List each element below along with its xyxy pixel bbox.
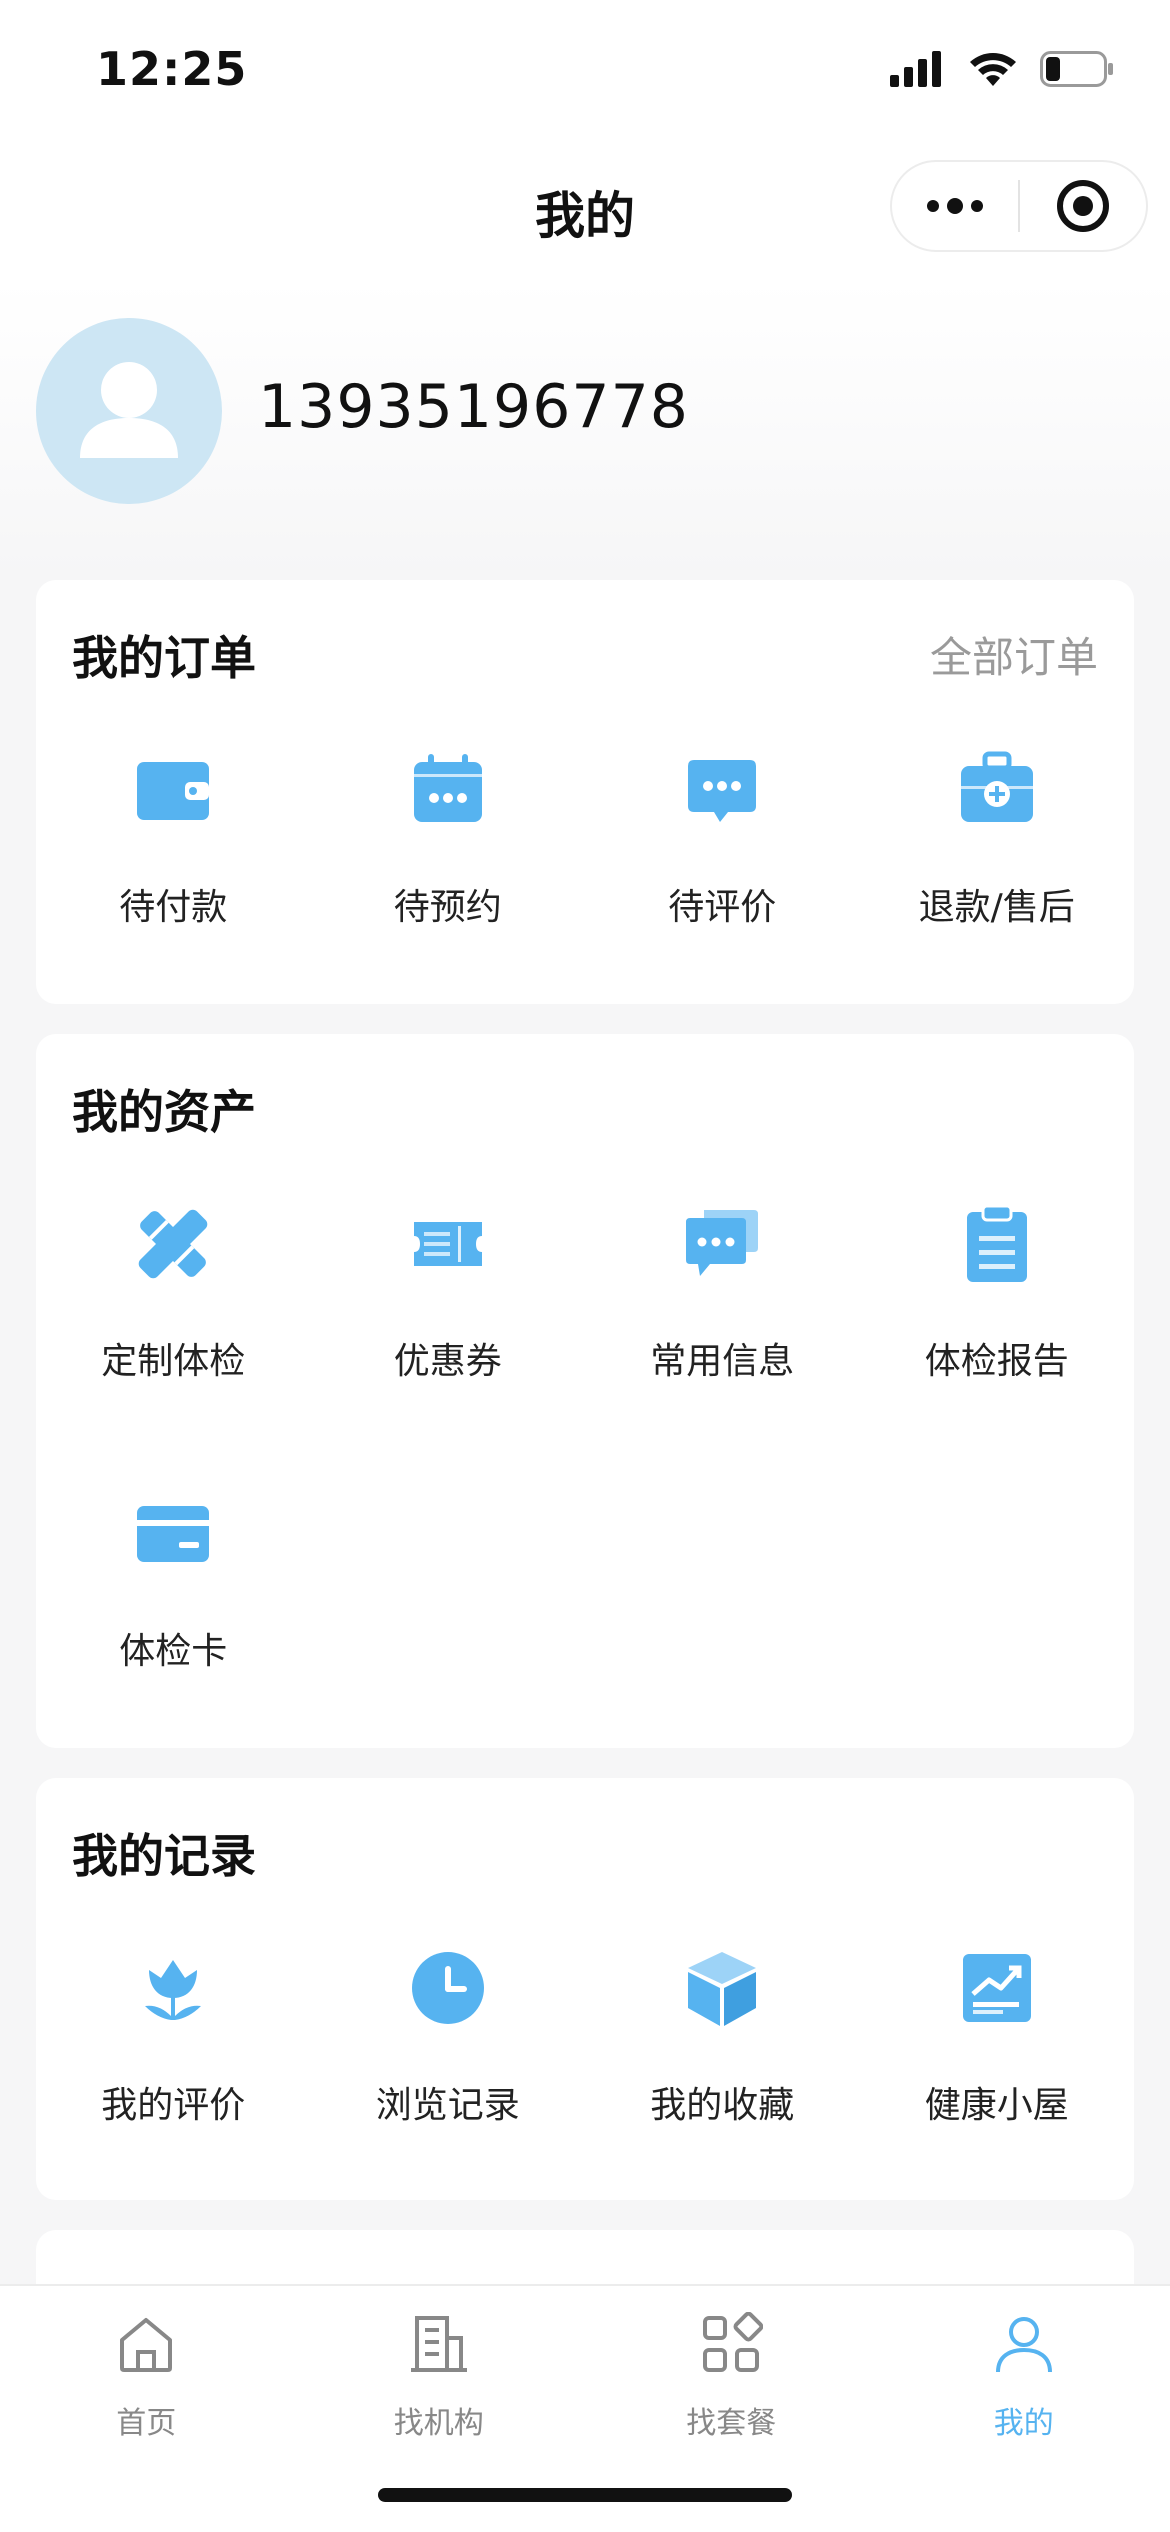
tab-find-institution[interactable]: 找机构 <box>293 2286 586 2486</box>
record-item-browse-history[interactable]: 浏览记录 <box>311 1946 586 2236</box>
orders-card: 我的订单 全部订单 待付款 待预约 待评价 退款/售后 <box>36 580 1134 1004</box>
order-item-refund[interactable]: 退款/售后 <box>860 748 1135 1038</box>
record-item-my-reviews[interactable]: 我的评价 <box>36 1946 311 2236</box>
wallet-icon <box>137 762 210 820</box>
order-item-label: 待付款 <box>119 887 228 928</box>
home-icon <box>120 2318 173 2372</box>
close-program-button[interactable] <box>1020 162 1146 250</box>
box-icon <box>688 1952 757 2026</box>
record-item-label: 我的收藏 <box>650 2085 795 2126</box>
tab-label: 首页 <box>116 2406 177 2441</box>
order-item-label: 待评价 <box>668 887 777 928</box>
tulip-icon <box>145 1960 202 2020</box>
grid-icon <box>703 2312 764 2372</box>
clock-icon <box>411 1952 484 2024</box>
asset-item-label: 体检报告 <box>924 1341 1069 1382</box>
more-button[interactable] <box>892 162 1018 250</box>
building-icon <box>410 2316 467 2372</box>
battery-icon <box>1040 51 1113 87</box>
orders-grid: 待付款 待预约 待评价 退款/售后 <box>36 748 1134 1038</box>
asset-item-coupons[interactable]: 优惠券 <box>311 1202 586 1492</box>
assets-title: 我的资产 <box>72 1085 256 1139</box>
tab-home[interactable]: 首页 <box>0 2286 293 2486</box>
tab-find-package[interactable]: 找套餐 <box>585 2286 878 2486</box>
card-icon <box>137 1506 210 1562</box>
more-dots-icon <box>927 198 983 214</box>
record-item-health-hut[interactable]: 健康小屋 <box>860 1946 1135 2236</box>
records-title: 我的记录 <box>72 1829 256 1883</box>
tab-mine[interactable]: 我的 <box>878 2286 1170 2486</box>
ticket-icon <box>413 1222 482 1266</box>
target-icon <box>1057 180 1109 232</box>
clipboard-icon <box>966 1204 1027 1282</box>
home-indicator <box>378 2488 792 2502</box>
assets-card: 我的资产 定制体检 优惠券 常用信息 体检报告 体检卡 <box>36 1034 1134 1748</box>
record-item-label: 健康小屋 <box>924 2085 1069 2126</box>
status-bar: 12:25 <box>0 0 1170 140</box>
person-icon <box>995 2317 1052 2373</box>
order-item-label: 退款/售后 <box>918 887 1075 928</box>
tab-label: 找套餐 <box>686 2406 777 2441</box>
order-item-pending-booking[interactable]: 待预约 <box>311 748 586 1038</box>
status-icons <box>890 50 1114 88</box>
tab-label: 我的 <box>993 2406 1054 2441</box>
asset-item-label: 常用信息 <box>650 1341 795 1382</box>
comment-icon <box>688 760 757 822</box>
user-avatar-icon <box>80 362 178 458</box>
records-grid: 我的评价 浏览记录 我的收藏 健康小屋 <box>36 1946 1134 2236</box>
medical-kit-icon <box>960 751 1033 822</box>
wifi-icon <box>970 53 1016 86</box>
asset-item-label: 优惠券 <box>393 1341 502 1382</box>
record-item-favorites[interactable]: 我的收藏 <box>585 1946 860 2236</box>
cellular-signal-icon <box>890 51 941 87</box>
asset-item-common-info[interactable]: 常用信息 <box>585 1202 860 1492</box>
asset-item-label: 体检卡 <box>119 1631 228 1672</box>
status-time: 12:25 <box>96 42 248 96</box>
avatar[interactable] <box>36 318 222 504</box>
record-item-label: 浏览记录 <box>375 2085 520 2126</box>
records-card: 我的记录 我的评价 浏览记录 我的收藏 健康小屋 <box>36 1778 1134 2200</box>
asset-item-label: 定制体检 <box>101 1341 246 1382</box>
asset-item-custom-checkup[interactable]: 定制体检 <box>36 1202 311 1492</box>
assets-grid: 定制体检 优惠券 常用信息 体检报告 体检卡 <box>36 1202 1134 1782</box>
order-item-label: 待预约 <box>393 887 502 928</box>
record-item-label: 我的评价 <box>101 2085 246 2126</box>
order-item-pending-payment[interactable]: 待付款 <box>36 748 311 1038</box>
order-item-pending-review[interactable]: 待评价 <box>585 748 860 1038</box>
pen-ruler-icon <box>138 1209 208 1279</box>
asset-item-checkup-card[interactable]: 体检卡 <box>36 1492 311 1782</box>
mini-program-capsule <box>890 160 1148 252</box>
my-page: 12:25 我的 13935196778 我的订单 全部订单 待付款 待预约 待… <box>0 0 1170 2532</box>
asset-item-report[interactable]: 体检报告 <box>860 1202 1135 1492</box>
chart-icon <box>962 1954 1031 2022</box>
calendar-icon <box>413 754 482 822</box>
all-orders-link[interactable]: 全部订单 <box>930 624 1098 685</box>
tab-label: 找机构 <box>393 2406 484 2441</box>
navigation-bar: 我的 <box>0 140 1170 280</box>
orders-title: 我的订单 <box>72 631 256 685</box>
chat-icon <box>686 1210 759 1276</box>
user-phone: 13935196778 <box>258 372 689 442</box>
